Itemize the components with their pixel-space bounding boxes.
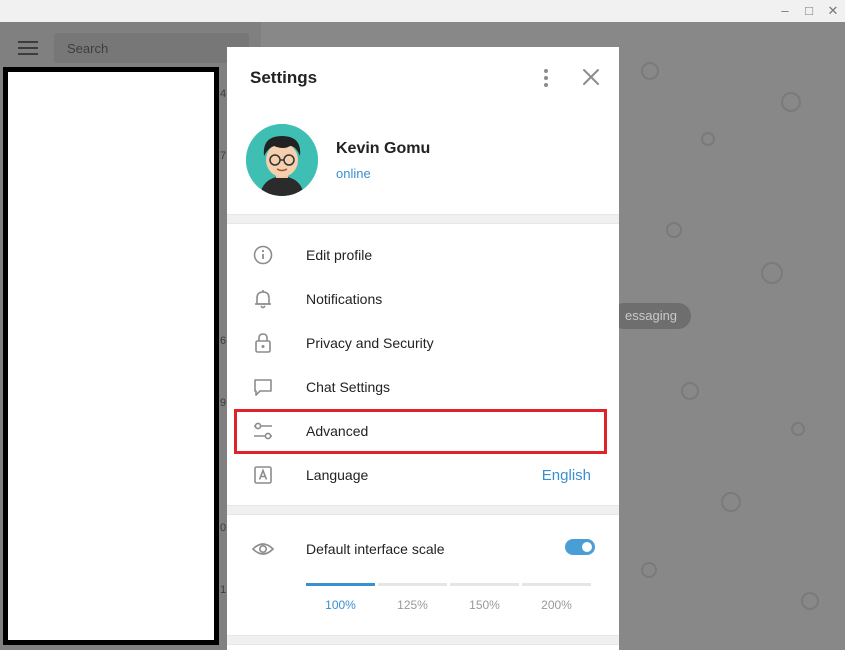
section-divider bbox=[227, 635, 619, 645]
interface-scale-row[interactable]: Default interface scale bbox=[227, 527, 619, 571]
scale-track-150[interactable] bbox=[450, 583, 519, 586]
window-title-bar: – □ ✕ bbox=[0, 0, 845, 22]
menu-item-edit-profile[interactable]: Edit profile bbox=[227, 233, 619, 277]
chat-list-peek-char: 4 bbox=[220, 88, 227, 100]
language-icon bbox=[251, 464, 275, 486]
chat-list-peek-char: 0 bbox=[220, 522, 227, 534]
menu-label: Chat Settings bbox=[306, 379, 391, 395]
menu-icon[interactable] bbox=[18, 41, 38, 55]
menu-label: Notifications bbox=[306, 291, 383, 307]
close-icon[interactable] bbox=[581, 67, 601, 87]
chat-list-peek-char: 9 bbox=[220, 397, 227, 409]
redacted-chat-list bbox=[3, 67, 219, 645]
chat-list-peek-char: 1 bbox=[220, 584, 227, 596]
eye-icon bbox=[251, 538, 275, 560]
maximize-button[interactable]: □ bbox=[799, 2, 819, 20]
section-divider bbox=[227, 505, 619, 515]
scale-track-125[interactable] bbox=[378, 583, 447, 586]
lock-icon bbox=[251, 332, 275, 354]
menu-label: Language bbox=[306, 467, 369, 483]
advanced-highlight-box bbox=[234, 409, 607, 454]
chat-bubble-icon bbox=[251, 376, 275, 398]
scale-track-100[interactable] bbox=[306, 583, 375, 586]
scale-option-200[interactable]: 200% bbox=[522, 598, 591, 612]
scale-option-100[interactable]: 100% bbox=[306, 598, 375, 612]
search-placeholder: Search bbox=[67, 41, 109, 56]
profile-name: Kevin Gomu bbox=[336, 140, 431, 157]
minimize-button[interactable]: – bbox=[775, 2, 795, 20]
menu-item-language[interactable]: Language English bbox=[227, 453, 619, 497]
section-divider bbox=[227, 214, 619, 224]
menu-label: Privacy and Security bbox=[306, 335, 434, 351]
scale-option-125[interactable]: 125% bbox=[378, 598, 447, 612]
more-options-icon[interactable] bbox=[537, 67, 555, 89]
info-icon bbox=[251, 244, 275, 266]
chat-list-sidebar: Search 4 7 6 9 0 1 bbox=[0, 22, 261, 650]
menu-label: Default interface scale bbox=[306, 541, 445, 557]
bell-icon bbox=[251, 288, 275, 310]
menu-item-notifications[interactable]: Notifications bbox=[227, 277, 619, 321]
search-input[interactable]: Search bbox=[54, 33, 249, 63]
menu-item-privacy-security[interactable]: Privacy and Security bbox=[227, 321, 619, 365]
scale-track-200[interactable] bbox=[522, 583, 591, 586]
profile-status: online bbox=[336, 166, 371, 181]
dialog-title: Settings bbox=[250, 68, 318, 87]
service-message: essaging bbox=[611, 303, 692, 329]
scale-toggle[interactable] bbox=[565, 539, 595, 555]
menu-item-chat-settings[interactable]: Chat Settings bbox=[227, 365, 619, 409]
language-value[interactable]: English bbox=[542, 467, 591, 484]
window-close-button[interactable]: ✕ bbox=[823, 2, 843, 20]
scale-option-150[interactable]: 150% bbox=[450, 598, 519, 612]
settings-dialog: Settings Kevin Gomu online Edit profile bbox=[227, 47, 619, 650]
avatar[interactable] bbox=[246, 124, 318, 196]
chat-list-peek-char: 6 bbox=[220, 335, 227, 347]
menu-label: Edit profile bbox=[306, 247, 373, 263]
chat-list-peek-char: 7 bbox=[220, 150, 227, 162]
